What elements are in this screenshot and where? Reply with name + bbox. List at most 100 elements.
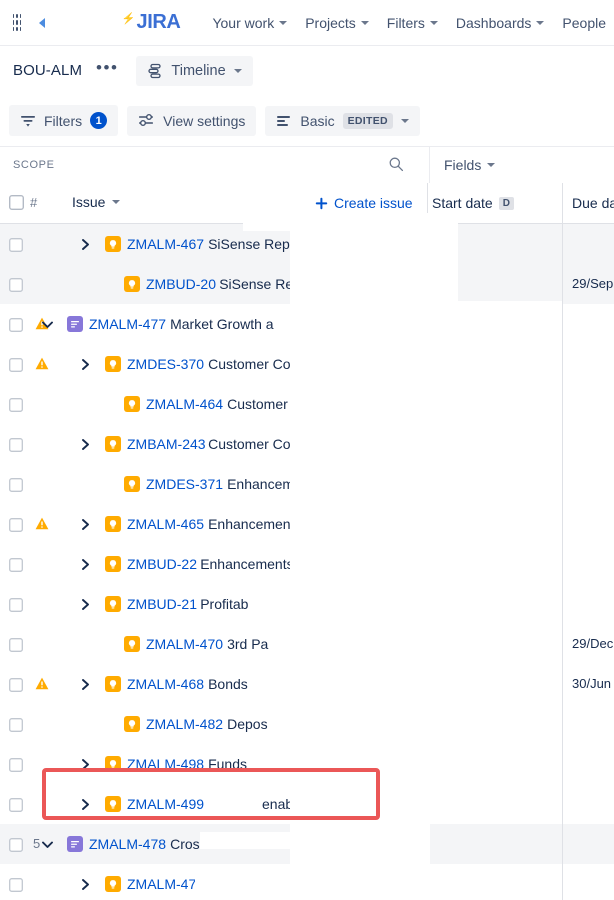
row-checkbox[interactable] — [9, 598, 23, 617]
grid-divider-due — [562, 224, 563, 900]
view-switcher-button[interactable]: Timeline — [136, 55, 253, 86]
create-issue-button[interactable]: Create issue — [315, 195, 413, 211]
filters-button[interactable]: Filters 1 — [9, 105, 119, 136]
expand-chevron-right-icon[interactable] — [79, 438, 91, 450]
expand-chevron-right-icon[interactable] — [79, 678, 91, 690]
chevron-down-icon — [279, 20, 288, 25]
row-checkbox[interactable] — [9, 838, 23, 857]
issue-key-link[interactable]: ZMDES-371 — [146, 476, 223, 492]
timeline-icon — [148, 63, 162, 78]
nav-item-label: People — [562, 14, 606, 31]
expand-chevron-right-icon[interactable] — [79, 238, 91, 250]
issue-key-link[interactable]: ZMALM-468 — [127, 676, 204, 692]
jira-logo-text: JIRA — [136, 11, 181, 33]
issue-key-link[interactable]: ZMBUD-20 — [146, 276, 216, 292]
epic-type-icon — [67, 316, 83, 332]
due-date-cell[interactable]: 29/Dec — [572, 636, 613, 651]
collapse-chevron-down-icon[interactable] — [41, 838, 53, 850]
expand-chevron-right-icon[interactable] — [79, 598, 91, 610]
row-checkbox[interactable] — [9, 678, 23, 697]
story-type-icon — [105, 676, 121, 692]
expand-chevron-right-icon[interactable] — [79, 798, 91, 810]
chevron-down-icon — [112, 200, 121, 204]
basic-view-label: Basic — [300, 112, 335, 129]
nav-item-your-work[interactable]: Your work — [204, 9, 295, 37]
issue-key-link[interactable]: ZMBUD-21 — [127, 596, 197, 612]
fields-button[interactable]: Fields — [444, 157, 496, 173]
nav-item-filters[interactable]: Filters — [379, 9, 446, 37]
nav-item-projects[interactable]: Projects — [297, 9, 377, 37]
row-checkbox[interactable] — [9, 878, 23, 897]
row-checkbox[interactable] — [9, 278, 23, 297]
nav-item-dashboards[interactable]: Dashboards — [448, 9, 553, 37]
chevron-down-icon — [536, 20, 545, 25]
issue-key-link[interactable]: ZMALM-467 — [127, 236, 204, 252]
warning-icon — [35, 517, 49, 535]
issue-key-link[interactable]: ZMALM-477 — [89, 316, 166, 332]
expand-chevron-right-icon[interactable] — [79, 758, 91, 770]
row-checkbox[interactable] — [9, 518, 23, 537]
filters-count-badge: 1 — [90, 112, 108, 129]
issue-key-link[interactable]: ZMDES-370 — [127, 356, 204, 372]
select-all-checkbox[interactable] — [8, 194, 25, 215]
row-checkbox[interactable] — [9, 798, 23, 817]
issue-summary: Enhancements — [200, 556, 294, 572]
story-type-icon — [105, 876, 121, 892]
more-actions-button[interactable]: ••• — [96, 59, 118, 78]
story-type-icon — [105, 596, 121, 612]
row-checkbox[interactable] — [9, 478, 23, 497]
scope-label: SCOPE — [13, 159, 55, 171]
edited-badge: EDITED — [342, 112, 393, 129]
row-checkbox[interactable] — [9, 358, 23, 377]
apps-grid-icon[interactable] — [11, 12, 23, 34]
expand-chevron-right-icon[interactable] — [79, 878, 91, 890]
story-type-icon — [124, 276, 140, 292]
story-type-icon — [124, 636, 140, 652]
issue-key-link[interactable]: ZMBAM-243 — [127, 436, 206, 452]
collapse-chevron-down-icon[interactable] — [41, 318, 53, 330]
back-arrow-icon[interactable] — [35, 14, 49, 32]
overlay-panel — [290, 659, 430, 900]
row-checkbox[interactable] — [9, 398, 23, 417]
expand-chevron-right-icon[interactable] — [79, 358, 91, 370]
basic-view-button[interactable]: Basic EDITED — [265, 105, 420, 136]
expand-chevron-right-icon[interactable] — [79, 518, 91, 530]
issue-key-link[interactable]: ZMALM-482 — [146, 716, 223, 732]
filter-toolbar: Filters 1 View settings Basic EDITED — [0, 95, 614, 147]
nav-item-label: Dashboards — [455, 14, 532, 31]
story-type-icon — [105, 516, 121, 532]
global-nav-items: Your work Projects Filters Dashboards Pe… — [204, 9, 614, 37]
due-date-cell[interactable]: 29/Sep — [572, 276, 613, 291]
issue-key-link[interactable]: ZMALM-498 — [127, 756, 204, 772]
column-header-due-date[interactable]: Due date — [572, 195, 614, 211]
issue-key-link[interactable]: ZMBUD-22 — [127, 556, 197, 572]
issue-key-link[interactable]: ZMALM-464 — [146, 396, 223, 412]
search-icon[interactable] — [388, 156, 404, 177]
due-date-cell[interactable]: 30/Jun — [572, 676, 611, 691]
nav-item-label: Projects — [305, 14, 356, 31]
row-checkbox[interactable] — [9, 558, 23, 577]
row-checkbox[interactable] — [9, 638, 23, 657]
list-settings-icon — [277, 115, 291, 126]
column-header-issue[interactable]: Issue — [72, 194, 121, 210]
row-checkbox[interactable] — [9, 318, 23, 337]
issue-summary: Enhancement — [208, 516, 295, 532]
issue-key-link[interactable]: ZMALM-465 — [127, 516, 204, 532]
row-checkbox[interactable] — [9, 438, 23, 457]
view-settings-button[interactable]: View settings — [127, 105, 257, 136]
column-header-issue-label: Issue — [72, 194, 106, 210]
jira-logo[interactable]: ⚡ JIRA — [122, 11, 181, 34]
issue-key-link[interactable]: ZMALM-471 — [127, 876, 204, 892]
nav-item-people[interactable]: People — [554, 9, 614, 37]
row-checkbox[interactable] — [9, 758, 23, 777]
row-checkbox[interactable] — [9, 238, 23, 257]
issue-key-link[interactable]: ZMALM-478 — [89, 836, 166, 852]
row-checkbox[interactable] — [9, 718, 23, 737]
story-type-icon — [105, 796, 121, 812]
column-header-start-date[interactable]: Start date D — [432, 195, 514, 211]
story-type-icon — [105, 556, 121, 572]
fields-label: Fields — [444, 157, 482, 173]
issue-key-link[interactable]: ZMALM-470 — [146, 636, 223, 652]
expand-chevron-right-icon[interactable] — [79, 558, 91, 570]
issue-key-link[interactable]: ZMALM-499 — [127, 796, 204, 812]
